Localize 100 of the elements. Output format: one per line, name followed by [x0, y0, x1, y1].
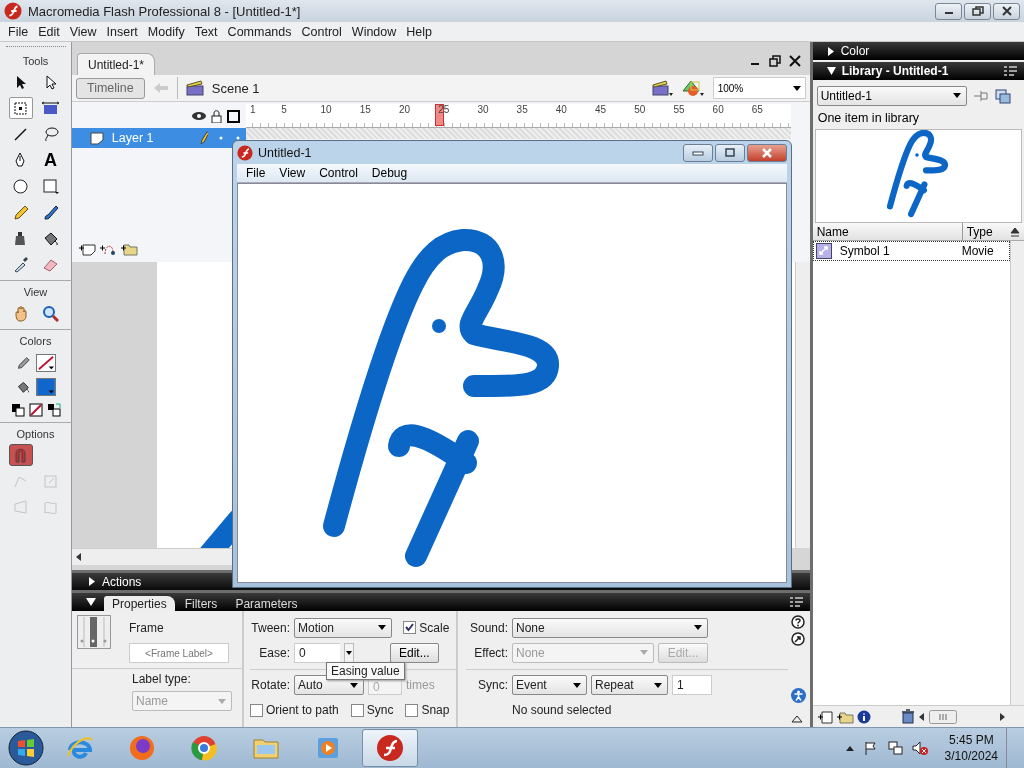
scroll-left-icon[interactable] [917, 711, 926, 722]
menu-item[interactable]: View [64, 24, 102, 39]
color-swatch[interactable] [35, 378, 56, 396]
eye-icon[interactable] [192, 111, 206, 121]
text-tool[interactable]: A [38, 149, 63, 171]
sound-dropdown[interactable]: None [512, 617, 708, 638]
restore-button[interactable] [964, 2, 991, 20]
expand-arrow-icon[interactable] [826, 46, 835, 56]
collapse-icon[interactable] [790, 715, 803, 723]
checkbox[interactable] [403, 621, 417, 635]
field-label: Sound: [468, 620, 508, 635]
color-swatch[interactable] [35, 354, 56, 372]
repeat-dropdown[interactable]: Repeat [591, 675, 668, 696]
close-button[interactable] [787, 54, 802, 68]
menu-item[interactable]: Window [346, 24, 402, 39]
flash-taskbar-button[interactable] [362, 729, 418, 767]
network-icon[interactable] [886, 740, 903, 756]
edit-symbols-icon[interactable] [680, 79, 705, 97]
menu-item[interactable]: Modify [142, 24, 190, 39]
swap-colors-icon[interactable] [46, 403, 61, 417]
field-label: Rotate: [250, 678, 290, 693]
tween-dropdown[interactable]: Motion [294, 617, 392, 638]
checkbox[interactable] [250, 703, 263, 717]
accessibility-icon[interactable] [790, 688, 806, 703]
field-label: Tween: [250, 620, 290, 635]
magnet-button[interactable] [8, 444, 33, 466]
flash-logo-icon [374, 732, 406, 764]
menu-item[interactable]: File [239, 166, 273, 180]
new-library-icon[interactable] [994, 87, 1011, 104]
scroll-right-icon[interactable] [998, 711, 1006, 722]
default-colors-icon[interactable] [10, 403, 25, 417]
scroll-left-icon[interactable] [76, 553, 82, 561]
sort-icon[interactable] [1010, 226, 1020, 238]
folder-icon[interactable] [120, 242, 138, 256]
menu-item[interactable]: File [3, 24, 34, 39]
trash-icon[interactable] [900, 709, 915, 724]
restore-button[interactable] [767, 54, 782, 68]
frame-label-field[interactable]: <Frame Label> [129, 643, 229, 663]
menu-item[interactable]: Edit [33, 24, 65, 39]
zoom-dropdown[interactable]: 100% [712, 77, 806, 99]
checkbox[interactable] [350, 703, 364, 717]
expand-arrow-icon[interactable] [88, 577, 96, 586]
menu-item[interactable]: Debug [364, 166, 415, 180]
clock[interactable]: 5:45 PM 3/10/2024 [944, 732, 998, 764]
options-menu-icon[interactable] [789, 596, 804, 608]
close-button[interactable] [993, 2, 1020, 20]
layer-icon [90, 131, 104, 145]
menu-item[interactable]: View [272, 166, 313, 180]
collapse-arrow-icon[interactable] [86, 598, 96, 606]
document-tab[interactable]: Untitled-1* [77, 53, 156, 75]
menu-item[interactable]: Commands [222, 24, 297, 39]
scrollbar[interactable] [1010, 241, 1024, 705]
menu-item[interactable]: Insert [101, 24, 143, 39]
lock-icon[interactable] [211, 109, 222, 123]
new-folder-icon[interactable] [835, 709, 854, 724]
help-icon[interactable] [790, 615, 805, 629]
menu-item[interactable]: Control [312, 166, 365, 180]
flag-icon[interactable] [862, 740, 879, 756]
column-header[interactable]: Type [962, 223, 1006, 240]
panel-tab[interactable]: Filters [176, 596, 226, 611]
menu-item[interactable]: Control [296, 24, 347, 39]
free-transform-tool[interactable] [8, 97, 33, 119]
volume-muted-icon[interactable] [910, 740, 929, 756]
panel-title[interactable]: Actions [102, 574, 142, 589]
show-hidden-icons[interactable] [844, 744, 855, 752]
section-label: Options [16, 428, 55, 440]
start-button[interactable] [8, 730, 44, 766]
outline-icon[interactable] [227, 109, 240, 123]
options-menu-icon[interactable] [1004, 65, 1018, 77]
lasso-icon [42, 125, 59, 143]
menu-item[interactable]: Text [189, 24, 223, 39]
new-symbol-icon[interactable] [816, 709, 833, 724]
ease-field[interactable]: 0 [294, 642, 340, 663]
repeat-count-field[interactable]: 1 [672, 675, 712, 696]
rectangle-icon [42, 177, 59, 195]
menu-item[interactable]: Help [401, 24, 437, 39]
minimize-button[interactable] [935, 2, 962, 20]
section-label: View [23, 286, 48, 298]
insert-layer-icon[interactable] [78, 242, 96, 256]
edit-button[interactable]: Edit... [390, 642, 439, 663]
edit-in-place-icon[interactable] [790, 632, 805, 646]
timeline-button[interactable]: Timeline [76, 77, 145, 99]
checkbox[interactable] [405, 703, 419, 717]
scrollbar-thumb[interactable] [928, 709, 957, 724]
column-header[interactable]: Name [812, 223, 963, 240]
info-icon[interactable] [856, 709, 871, 724]
restore-icon [971, 6, 984, 16]
panel-title[interactable]: Color [840, 44, 870, 58]
expand-arrow-icon[interactable] [826, 67, 836, 75]
panel-tab[interactable]: Parameters [227, 596, 306, 611]
field-label: Label type: [132, 672, 192, 686]
maximize-button[interactable] [715, 143, 745, 162]
sync-dropdown[interactable]: Event [512, 675, 587, 696]
edit-scene-icon[interactable] [650, 79, 673, 97]
dropdown-arrow-icon [378, 625, 386, 631]
scrollbar[interactable] [72, 548, 232, 565]
panel-tab[interactable]: Properties [104, 596, 175, 611]
library-dropdown[interactable]: Untitled-1 [816, 85, 967, 106]
no-color-icon[interactable] [28, 403, 43, 417]
library-item[interactable]: Symbol 1 Movie [812, 241, 1010, 261]
